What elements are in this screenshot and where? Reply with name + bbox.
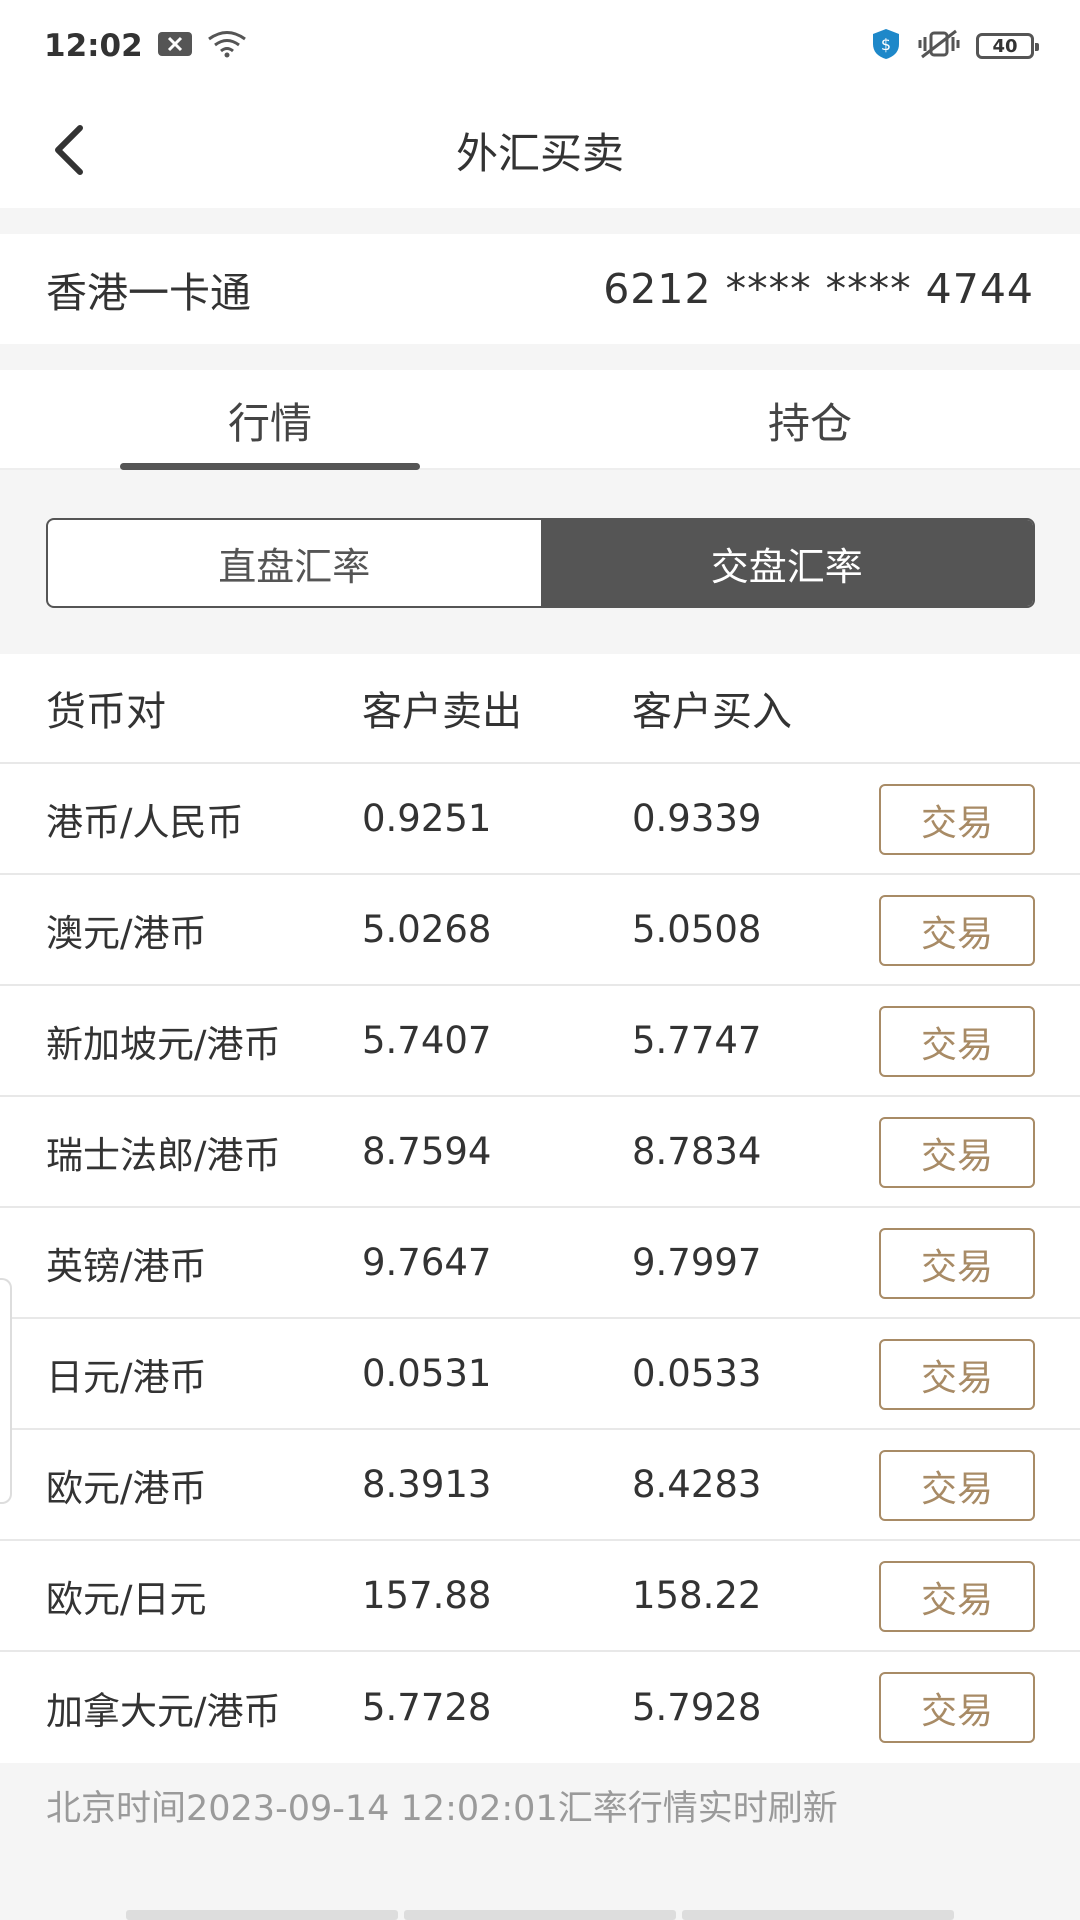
vibrate-icon	[916, 29, 962, 63]
card-number: 6212 **** **** 4744	[603, 265, 1034, 313]
battery-icon: 40	[976, 33, 1039, 59]
tab-bar: 行情 持仓	[0, 370, 1080, 470]
trade-button[interactable]: 交易	[879, 1561, 1035, 1632]
sell-rate: 9.7647	[362, 1241, 492, 1284]
currency-pair: 日元/港币	[46, 1355, 207, 1399]
trade-button[interactable]: 交易	[879, 1117, 1035, 1188]
tab-holdings-label: 持仓	[767, 398, 852, 448]
trade-button[interactable]: 交易	[879, 784, 1035, 855]
table-row: 英镑/港币 9.7647 9.7997 交易	[0, 1208, 1080, 1319]
table-row: 日元/港币 0.0531 0.0533 交易	[0, 1319, 1080, 1430]
bottom-strip-segment	[126, 1910, 398, 1920]
chevron-left-icon	[55, 125, 83, 175]
header-buy: 客户买入	[632, 689, 792, 735]
sell-rate: 0.0531	[362, 1352, 492, 1395]
buy-rate: 5.7747	[632, 1019, 762, 1062]
wifi-icon	[207, 30, 247, 62]
table-row: 新加坡元/港币 5.7407 5.7747 交易	[0, 986, 1080, 1097]
notification-x-icon	[157, 31, 193, 61]
trade-button[interactable]: 交易	[879, 895, 1035, 966]
bottom-strip-segment	[682, 1910, 954, 1920]
tab-market[interactable]: 行情	[0, 370, 540, 470]
trade-button[interactable]: 交易	[879, 1006, 1035, 1077]
trade-button[interactable]: 交易	[879, 1450, 1035, 1521]
table-row: 澳元/港币 5.0268 5.0508 交易	[0, 875, 1080, 986]
tab-market-label: 行情	[227, 398, 312, 448]
currency-pair: 新加坡元/港币	[46, 1022, 281, 1066]
trade-button[interactable]: 交易	[879, 1672, 1035, 1743]
table-row: 欧元/港币 8.3913 8.4283 交易	[0, 1430, 1080, 1541]
sell-rate: 8.3913	[362, 1463, 492, 1506]
header-sell: 客户卖出	[362, 689, 522, 735]
status-right: $ 40	[870, 27, 1039, 65]
status-time: 12:02	[44, 28, 143, 64]
currency-pair: 港币/人民币	[46, 800, 244, 844]
sell-rate: 8.7594	[362, 1130, 492, 1173]
buy-rate: 8.7834	[632, 1130, 762, 1173]
sell-rate: 5.7728	[362, 1686, 492, 1729]
svg-text:$: $	[881, 35, 891, 54]
status-left: 12:02	[44, 28, 247, 64]
trade-button[interactable]: 交易	[879, 1228, 1035, 1299]
nav-bar: 外汇买卖	[0, 92, 1080, 208]
buy-rate: 0.0533	[632, 1352, 762, 1395]
side-drawer-handle[interactable]	[0, 1278, 12, 1504]
segment-direct-rate[interactable]: 直盘汇率	[48, 520, 541, 606]
sell-rate: 5.0268	[362, 908, 492, 951]
table-row: 港币/人民币 0.9251 0.9339 交易	[0, 764, 1080, 875]
page-title: 外汇买卖	[455, 128, 624, 178]
table-row: 瑞士法郎/港币 8.7594 8.7834 交易	[0, 1097, 1080, 1208]
shield-icon: $	[870, 27, 902, 65]
card-info-row: 香港一卡通 6212 **** **** 4744	[0, 234, 1080, 344]
card-name: 香港一卡通	[46, 269, 251, 317]
segment-cross-rate[interactable]: 交盘汇率	[540, 520, 1033, 606]
currency-pair: 加拿大元/港币	[46, 1689, 281, 1733]
table-header: 货币对 客户卖出 客户买入	[0, 654, 1080, 764]
tab-holdings[interactable]: 持仓	[540, 370, 1080, 470]
bottom-nav-strip	[126, 1910, 954, 1920]
currency-pair: 瑞士法郎/港币	[46, 1133, 281, 1177]
header-pair: 货币对	[46, 689, 166, 735]
sell-rate: 0.9251	[362, 797, 492, 840]
table-row: 欧元/日元 157.88 158.22 交易	[0, 1541, 1080, 1652]
refresh-note: 北京时间2023-09-14 12:02:01汇率行情实时刷新	[46, 1789, 838, 1829]
buy-rate: 9.7997	[632, 1241, 762, 1284]
currency-pair: 澳元/港币	[46, 911, 207, 955]
buy-rate: 158.22	[632, 1574, 762, 1617]
currency-pair: 英镑/港币	[46, 1244, 207, 1288]
currency-pair: 欧元/日元	[46, 1577, 207, 1621]
status-bar: 12:02 $ 40	[0, 0, 1080, 92]
buy-rate: 5.0508	[632, 908, 762, 951]
rate-type-segment: 直盘汇率 交盘汇率	[46, 518, 1035, 608]
segment-area: 直盘汇率 交盘汇率	[0, 470, 1080, 654]
currency-pair: 欧元/港币	[46, 1466, 207, 1510]
buy-rate: 5.7928	[632, 1686, 762, 1729]
back-button[interactable]	[30, 112, 106, 188]
trade-button[interactable]: 交易	[879, 1339, 1035, 1410]
rate-table: 货币对 客户卖出 客户买入 港币/人民币 0.9251 0.9339 交易 澳元…	[0, 654, 1080, 1763]
table-row: 加拿大元/港币 5.7728 5.7928 交易	[0, 1652, 1080, 1763]
bottom-strip-segment	[404, 1910, 676, 1920]
sell-rate: 157.88	[362, 1574, 492, 1617]
buy-rate: 0.9339	[632, 797, 762, 840]
sell-rate: 5.7407	[362, 1019, 492, 1062]
buy-rate: 8.4283	[632, 1463, 762, 1506]
